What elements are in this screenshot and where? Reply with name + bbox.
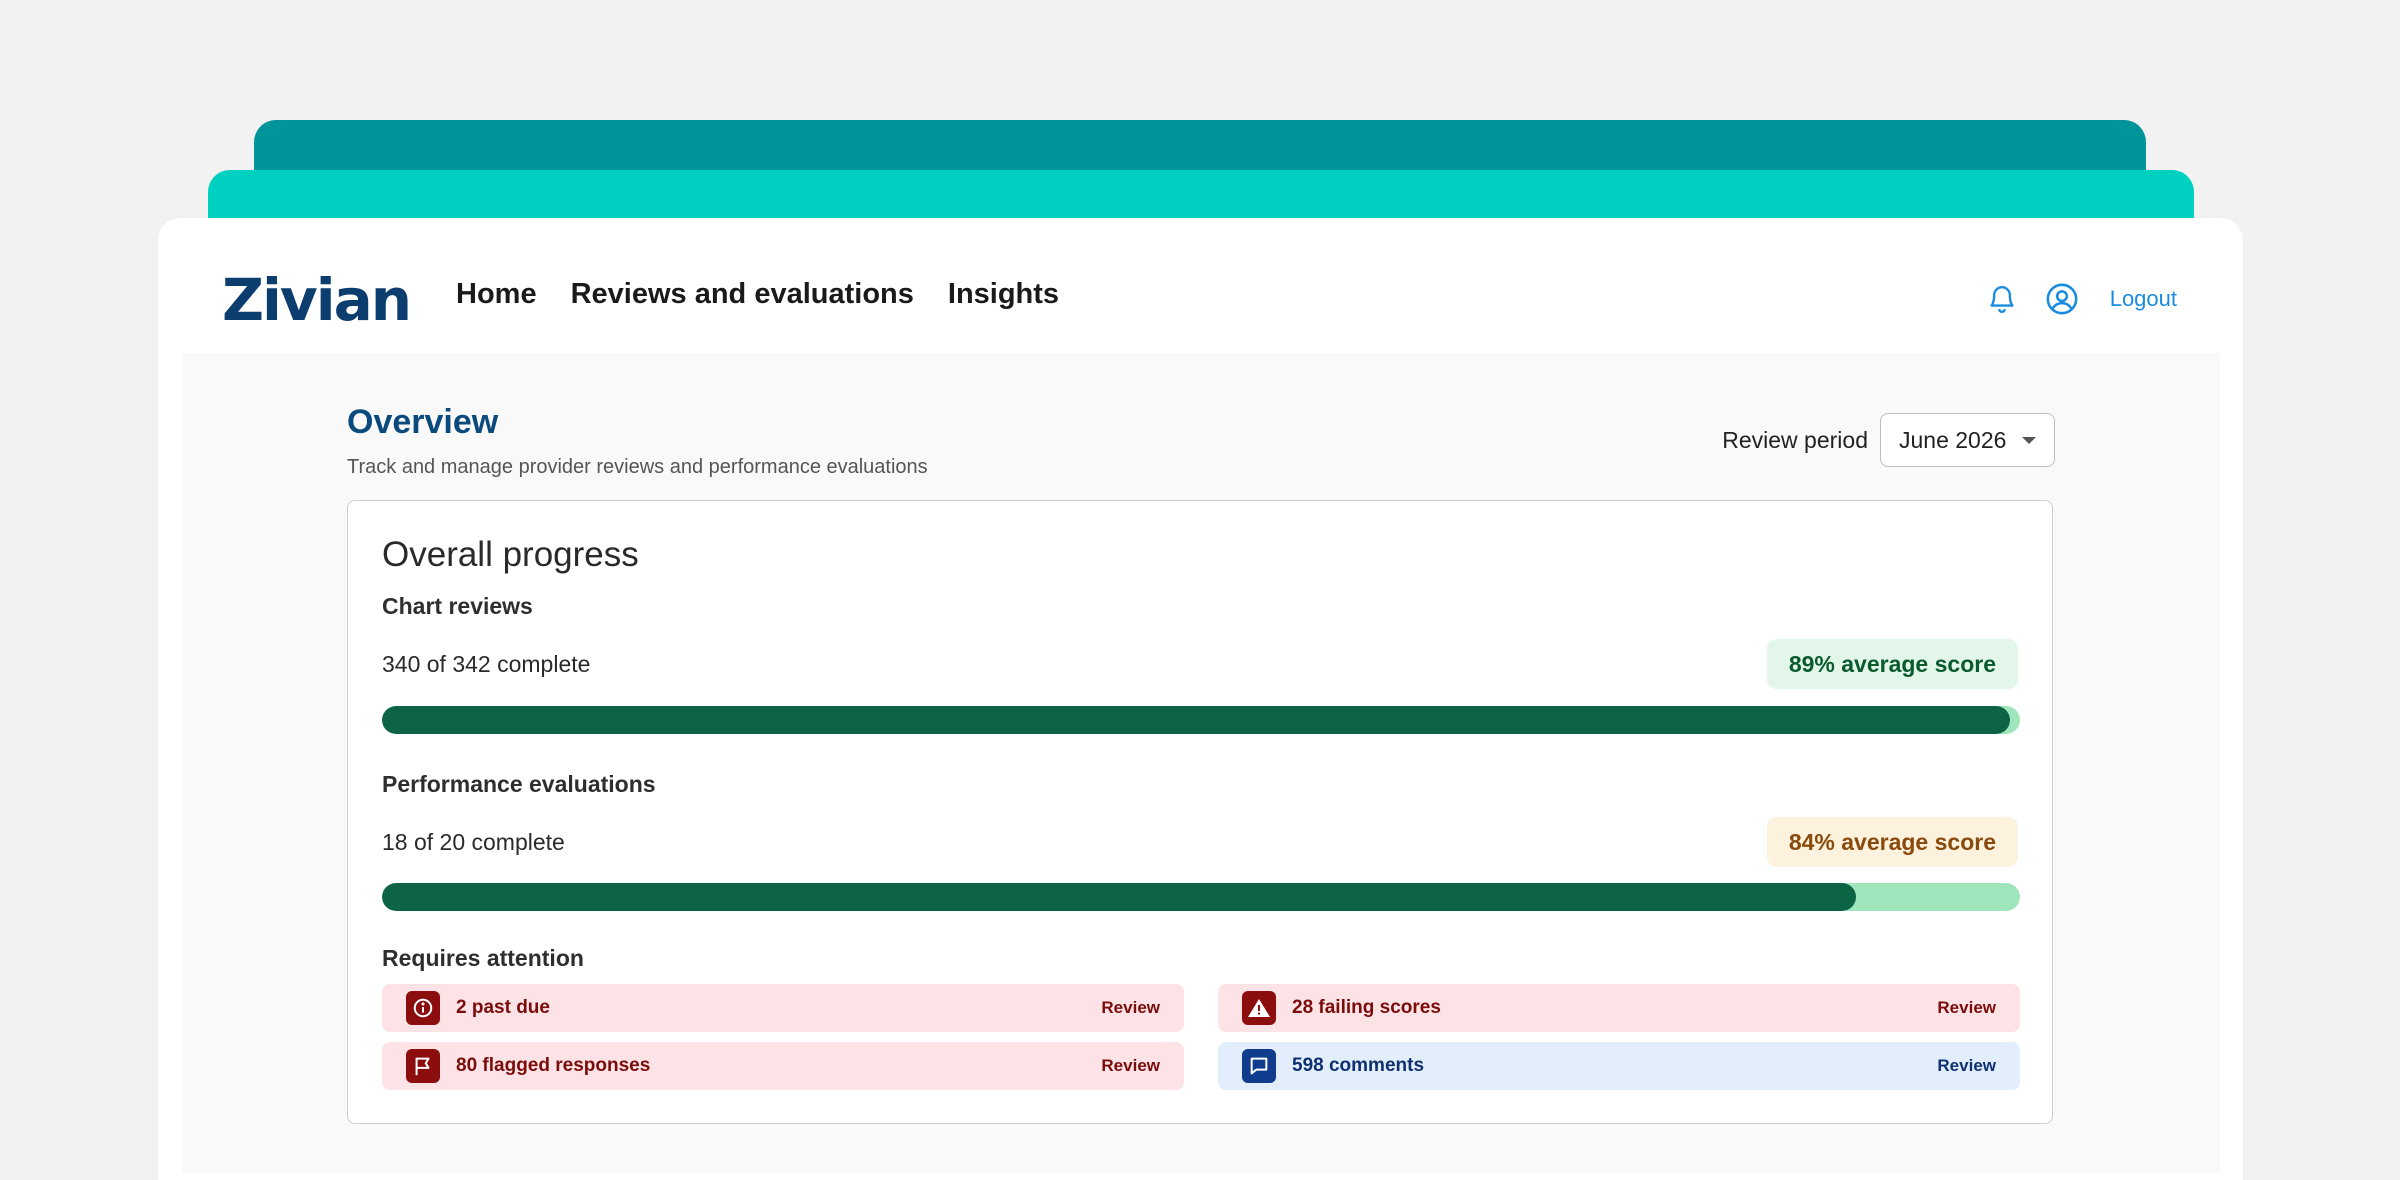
nav-home[interactable]: Home: [456, 278, 537, 311]
chevron-down-icon: [2022, 436, 2036, 444]
chart-reviews-progress-fill: [382, 706, 2011, 734]
chart-reviews-label: Chart reviews: [382, 593, 533, 619]
attention-item-flagged-responses[interactable]: 80 flagged responses Review: [382, 1042, 1184, 1090]
performance-evaluations-count: 18 of 20 complete: [382, 829, 565, 855]
attention-item-failing-scores[interactable]: 28 failing scores Review: [1218, 984, 2020, 1032]
main-nav: Home Reviews and evaluations Insights: [456, 278, 1059, 311]
attention-item-past-due[interactable]: 2 past due Review: [382, 984, 1184, 1032]
attention-item-comments[interactable]: 598 comments Review: [1218, 1042, 2020, 1090]
review-period-control: Review period June 2026: [1722, 413, 2055, 467]
attention-item-text: 598 comments: [1292, 1055, 1425, 1076]
attention-item-text: 80 flagged responses: [456, 1055, 651, 1076]
app-window: Zivian Home Reviews and evaluations Insi…: [158, 218, 2243, 1180]
review-period-label: Review period: [1722, 426, 1868, 453]
page-title: Overview: [347, 403, 499, 441]
bell-icon[interactable]: [1984, 281, 2020, 317]
overall-progress-card: Overall progress Chart reviews 340 of 34…: [347, 500, 2053, 1124]
performance-evaluations-label: Performance evaluations: [382, 771, 656, 797]
attention-item-text: 28 failing scores: [1292, 997, 1441, 1018]
nav-insights[interactable]: Insights: [948, 278, 1059, 311]
attention-item-text: 2 past due: [456, 997, 550, 1018]
performance-evaluations-progress-bar: [382, 883, 2020, 911]
chart-reviews-count: 340 of 342 complete: [382, 651, 591, 677]
performance-evaluations-progress-fill: [382, 883, 1857, 911]
card-title: Overall progress: [382, 535, 639, 574]
review-link[interactable]: Review: [1101, 1056, 1160, 1076]
header-actions: Logout: [1984, 281, 2177, 317]
review-link[interactable]: Review: [1937, 998, 1996, 1018]
review-link[interactable]: Review: [1937, 1056, 1996, 1076]
review-link[interactable]: Review: [1101, 998, 1160, 1018]
chart-reviews-progress-bar: [382, 706, 2020, 734]
logout-link[interactable]: Logout: [2110, 286, 2177, 312]
top-navigation-bar: Zivian Home Reviews and evaluations Insi…: [158, 218, 2243, 353]
review-period-value: June 2026: [1899, 426, 2007, 453]
user-circle-icon[interactable]: [2044, 281, 2080, 317]
main-content: Overview Track and manage provider revie…: [182, 353, 2220, 1173]
page-subtitle: Track and manage provider reviews and pe…: [347, 456, 928, 478]
zivian-logo[interactable]: Zivian: [222, 266, 412, 334]
info-icon: [406, 991, 440, 1025]
comment-icon: [1242, 1049, 1276, 1083]
warning-icon: [1242, 991, 1276, 1025]
chart-reviews-score-badge: 89% average score: [1766, 639, 2018, 689]
flag-icon: [406, 1049, 440, 1083]
requires-attention-label: Requires attention: [382, 945, 584, 971]
nav-reviews-and-evaluations[interactable]: Reviews and evaluations: [571, 278, 914, 311]
performance-evaluations-score-badge: 84% average score: [1766, 817, 2018, 867]
review-period-select[interactable]: June 2026: [1880, 413, 2055, 467]
